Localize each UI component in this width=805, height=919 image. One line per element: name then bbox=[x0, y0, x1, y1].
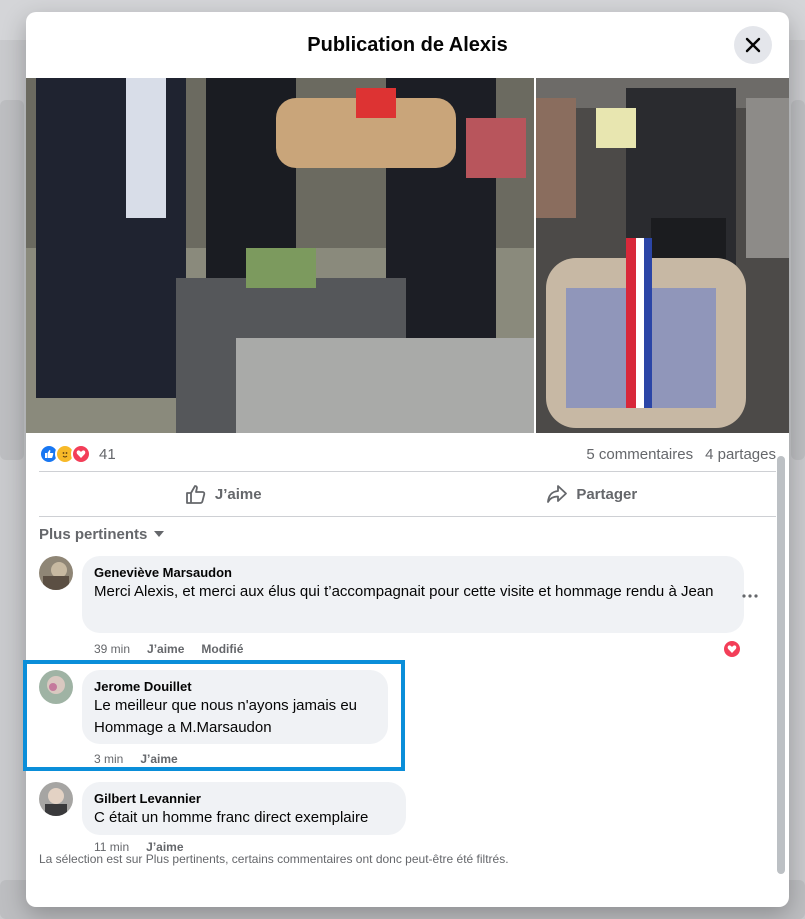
dialog-scroll-area[interactable]: 41 5 commentaires 4 partages J’aime Part… bbox=[26, 78, 789, 907]
background-right-card bbox=[791, 100, 805, 460]
comment-item: Gilbert Levannier C était un homme franc… bbox=[39, 782, 776, 854]
comments-count[interactable]: 5 commentaires bbox=[586, 446, 693, 463]
sort-label: Plus pertinents bbox=[39, 525, 148, 543]
comment-like-button[interactable]: J’aime bbox=[140, 752, 177, 766]
comment-bubble: Jerome Douillet Le meilleur que nous n'a… bbox=[82, 670, 388, 744]
post-stats: 41 5 commentaires 4 partages bbox=[39, 441, 776, 467]
post-photo-grave[interactable] bbox=[536, 78, 789, 433]
share-button[interactable]: Partager bbox=[408, 474, 777, 514]
close-icon bbox=[745, 37, 761, 53]
share-button-label: Partager bbox=[576, 485, 638, 503]
comment-more-button[interactable] bbox=[742, 582, 758, 603]
thumbs-up-icon bbox=[185, 485, 206, 504]
dialog-title: Publication de Alexis bbox=[307, 33, 508, 56]
comment-item: Geneviève Marsaudon Merci Alexis, et mer… bbox=[39, 556, 776, 666]
heart-icon bbox=[727, 645, 737, 653]
comment-text: C était un homme franc direct exemplaire bbox=[94, 809, 369, 826]
share-arrow-icon bbox=[547, 485, 568, 503]
comment-like-button[interactable]: J’aime bbox=[147, 642, 184, 656]
ceremony-photo-graphic bbox=[26, 78, 534, 433]
comment-sort-selector[interactable]: Plus pertinents bbox=[39, 523, 165, 545]
close-button[interactable] bbox=[734, 26, 772, 64]
comment-meta: 39 min J’aime Modifié bbox=[94, 642, 243, 656]
comment-bubble: Geneviève Marsaudon Merci Alexis, et mer… bbox=[82, 556, 744, 633]
love-reaction-icon bbox=[71, 444, 91, 464]
post-photos bbox=[26, 78, 789, 433]
post-dialog: Publication de Alexis 41 5 commentaires … bbox=[26, 12, 789, 907]
comment-bubble: Gilbert Levannier C était un homme franc… bbox=[82, 782, 406, 835]
avatar[interactable] bbox=[39, 670, 73, 704]
post-actions: J’aime Partager bbox=[39, 474, 776, 514]
actions-divider bbox=[39, 516, 776, 517]
like-button[interactable]: J’aime bbox=[39, 474, 408, 514]
comment-text: Le meilleur que nous n'ayons jamais eu H… bbox=[94, 697, 358, 736]
comment-time[interactable]: 3 min bbox=[94, 752, 123, 766]
avatar[interactable] bbox=[39, 556, 73, 590]
filter-note: La sélection est sur Plus pertinents, ce… bbox=[39, 852, 509, 866]
avatar[interactable] bbox=[39, 782, 73, 816]
comment-text: Merci Alexis, et merci aux élus qui t’ac… bbox=[94, 583, 714, 600]
more-dots-icon bbox=[742, 594, 758, 598]
reactions-summary[interactable]: 41 bbox=[39, 444, 116, 464]
comment-author[interactable]: Gilbert Levannier bbox=[94, 790, 394, 807]
caret-down-icon bbox=[154, 531, 165, 537]
post-photo-ceremony[interactable] bbox=[26, 78, 534, 433]
stats-divider bbox=[39, 471, 776, 472]
grave-photo-graphic bbox=[536, 78, 789, 433]
engagement-counts: 5 commentaires 4 partages bbox=[586, 446, 776, 463]
comment-edited-label[interactable]: Modifié bbox=[201, 642, 243, 656]
comment-item: Jerome Douillet Le meilleur que nous n'a… bbox=[39, 670, 776, 766]
scrollbar-thumb[interactable] bbox=[777, 456, 785, 874]
comment-author[interactable]: Geneviève Marsaudon bbox=[94, 564, 732, 581]
like-button-label: J’aime bbox=[214, 485, 262, 503]
comment-meta: 3 min J’aime bbox=[94, 752, 178, 766]
shares-count[interactable]: 4 partages bbox=[705, 446, 776, 463]
comment-time[interactable]: 39 min bbox=[94, 642, 130, 656]
background-left-card bbox=[0, 100, 24, 460]
comment-author[interactable]: Jerome Douillet bbox=[94, 678, 376, 695]
love-reaction-badge[interactable] bbox=[722, 639, 742, 659]
dialog-header: Publication de Alexis bbox=[26, 12, 789, 78]
reaction-count[interactable]: 41 bbox=[99, 446, 116, 463]
